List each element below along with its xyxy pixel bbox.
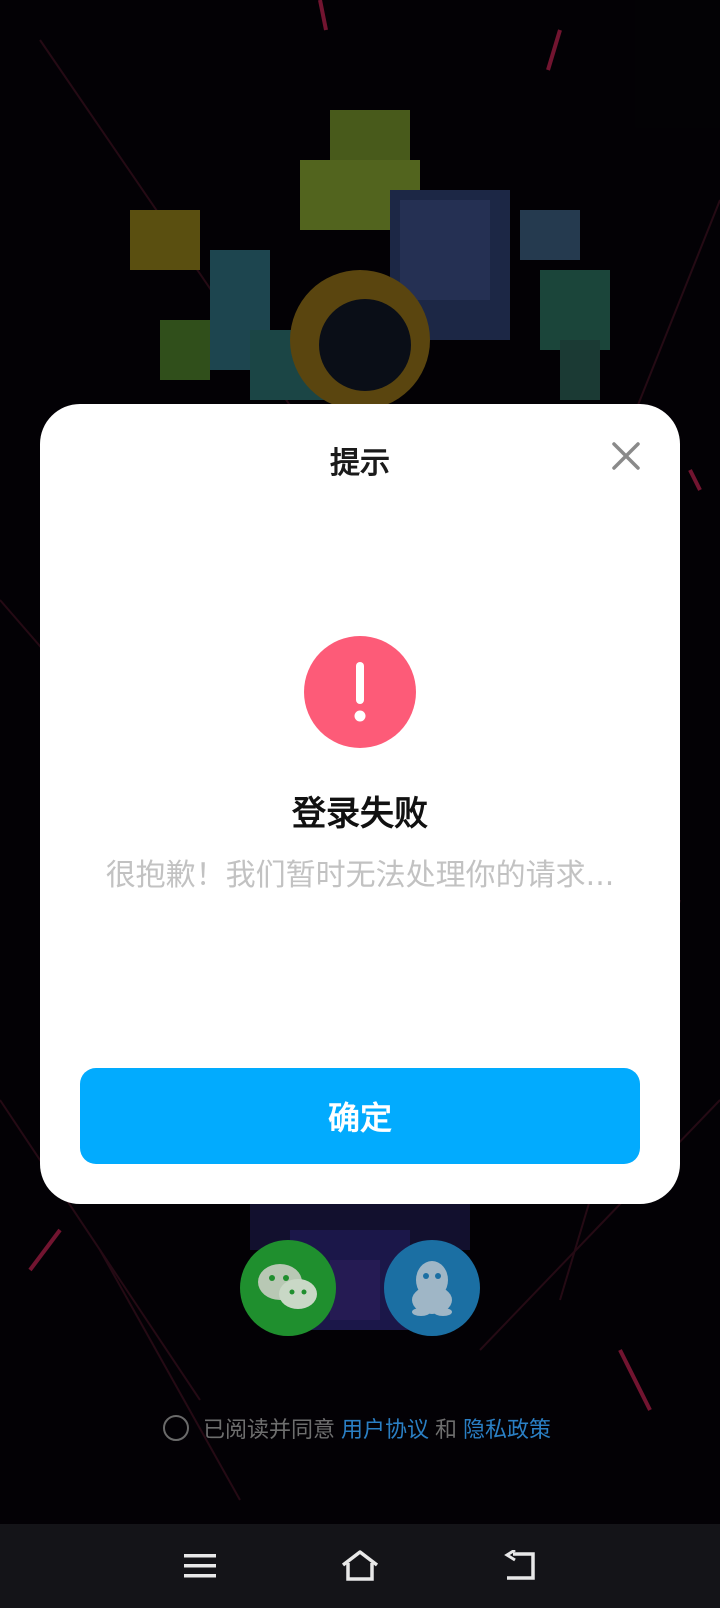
- dialog-close-button[interactable]: [606, 436, 646, 476]
- privacy-policy-link[interactable]: 隐私政策: [463, 1412, 551, 1444]
- agreement-row: 已阅读并同意 用户协议 和 隐私政策: [0, 1412, 720, 1444]
- menu-icon: [184, 1554, 216, 1578]
- dialog-message: 很抱歉！我们暂时无法处理你的请求...: [105, 858, 615, 893]
- wechat-login-button[interactable]: [240, 1240, 336, 1336]
- login-screen: 已阅读并同意 用户协议 和 隐私政策 提示 登录失败 很抱歉！我们暂时无法处理你…: [0, 0, 720, 1608]
- menu-button[interactable]: [176, 1542, 224, 1590]
- qq-login-button[interactable]: [384, 1240, 480, 1336]
- dialog-title: 提示: [330, 446, 390, 481]
- home-icon: [341, 1550, 379, 1581]
- wechat-icon: [258, 1264, 317, 1309]
- home-button[interactable]: [336, 1542, 384, 1590]
- dialog-heading: 登录失败: [292, 794, 428, 834]
- system-nav-bar: [0, 1524, 720, 1608]
- qq-icon: [412, 1261, 452, 1316]
- agreement-conjunction: 和: [435, 1418, 458, 1443]
- confirm-button[interactable]: 确定: [80, 1068, 640, 1164]
- user-agreement-link[interactable]: 用户协议: [341, 1412, 429, 1444]
- back-button[interactable]: [496, 1542, 544, 1590]
- agree-checkbox[interactable]: [162, 1415, 189, 1441]
- agreement-prefix: 已阅读并同意: [202, 1418, 335, 1443]
- login-failed-dialog: 提示 登录失败 很抱歉！我们暂时无法处理你的请求... 确定: [40, 404, 680, 1204]
- exclamation-icon: [304, 636, 416, 748]
- close-icon: [612, 442, 640, 470]
- back-icon: [504, 1550, 535, 1580]
